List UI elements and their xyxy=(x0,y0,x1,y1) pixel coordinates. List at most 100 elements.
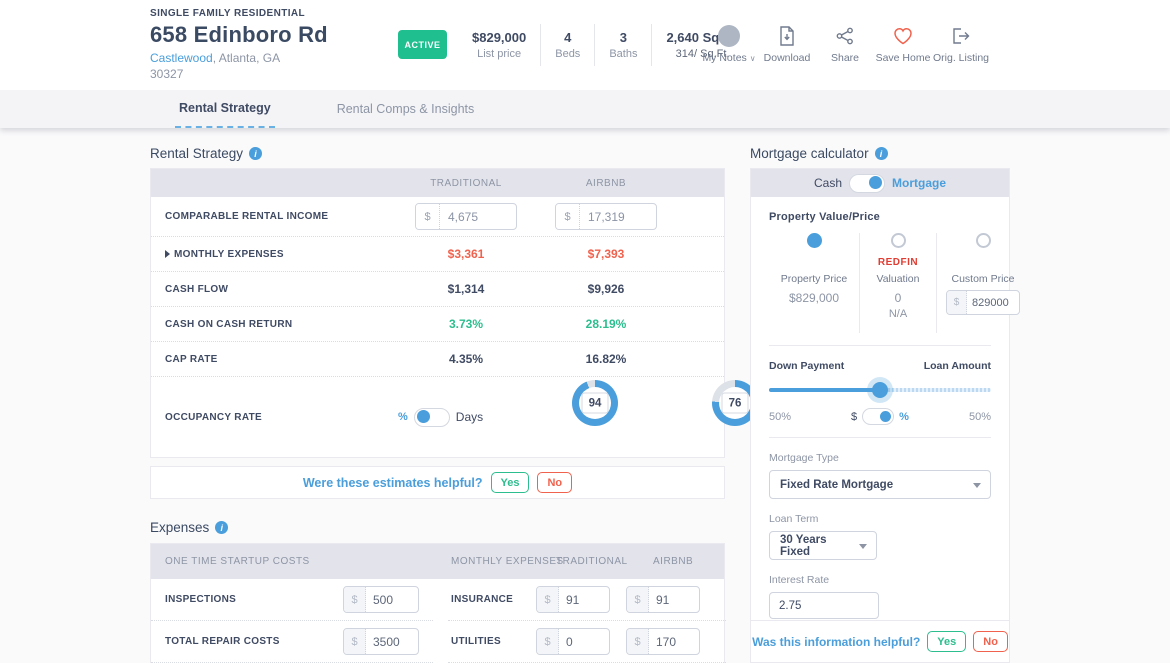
share-label: Share xyxy=(816,52,874,64)
mortgage-type-select[interactable]: Fixed Rate Mortgage xyxy=(769,470,991,499)
dollar-percent-toggle[interactable] xyxy=(862,408,894,425)
monthly-expenses-traditional: $3,361 xyxy=(386,247,546,261)
option-redfin-valuation: REDFIN Valuation 0 N/A xyxy=(859,233,936,333)
cash-option-label[interactable]: Cash xyxy=(814,176,842,190)
interest-rate-input[interactable] xyxy=(769,592,879,619)
info-icon[interactable]: i xyxy=(249,147,262,160)
property-header: SINGLE FAMILY RESIDENTIAL 658 Edinboro R… xyxy=(0,0,1170,90)
estimates-feedback: Were these estimates helpful? Yes No xyxy=(150,466,725,499)
option-custom-price: Custom Price $ xyxy=(936,233,1029,333)
dollar-option-label[interactable]: $ xyxy=(851,411,857,423)
dollar-prefix: $ xyxy=(537,587,559,612)
insurance-airbnb-input[interactable] xyxy=(649,593,699,607)
custom-price-input[interactable] xyxy=(967,297,1019,309)
column-traditional: TRADITIONAL xyxy=(556,556,628,567)
dollar-prefix: $ xyxy=(627,587,649,612)
expenses-table: ONE TIME STARTUP COSTS MONTHLY EXPENSES … xyxy=(150,543,725,663)
save-home-button[interactable]: Save Home xyxy=(874,24,932,64)
mortgage-feedback: Was this information helpful? Yes No xyxy=(751,620,1009,662)
neighborhood-link[interactable]: Castlewood xyxy=(150,51,213,65)
info-icon[interactable]: i xyxy=(215,521,228,534)
yes-button[interactable]: Yes xyxy=(927,631,966,652)
rental-strategy-title-text: Rental Strategy xyxy=(150,146,243,161)
cap-rate-airbnb: 16.82% xyxy=(546,352,666,366)
yes-button[interactable]: Yes xyxy=(491,472,530,493)
option-sub-value: N/A xyxy=(860,308,936,320)
tab-bar: Rental Strategy Rental Comps & Insights xyxy=(0,90,1170,128)
dollar-prefix: $ xyxy=(416,204,440,229)
expense-label: UTILITIES xyxy=(448,636,536,647)
insurance-traditional-group: $ xyxy=(536,586,610,613)
property-summary: SINGLE FAMILY RESIDENTIAL 658 Edinboro R… xyxy=(150,8,395,81)
status-badge: ACTIVE xyxy=(398,30,447,59)
property-type: SINGLE FAMILY RESIDENTIAL xyxy=(150,8,395,19)
download-pdf-icon xyxy=(778,26,796,46)
table-row-monthly-expenses[interactable]: MONTHLY EXPENSES $3,361 $7,393 xyxy=(151,237,724,272)
occupancy-gauge-traditional: 94 xyxy=(572,380,618,426)
option-label: Valuation xyxy=(860,273,936,285)
main-content: Rental Strategy i TRADITIONAL AIRBNB COM… xyxy=(0,128,1170,663)
down-payment-slider[interactable] xyxy=(769,382,991,398)
occupancy-label: OCCUPANCY RATE xyxy=(165,412,262,423)
no-button[interactable]: No xyxy=(537,472,572,493)
mortgage-option-label[interactable]: Mortgage xyxy=(892,176,946,190)
redfin-valuation-radio[interactable] xyxy=(891,233,906,248)
repair-costs-input[interactable] xyxy=(366,635,418,649)
loan-term-select[interactable]: 30 Years Fixed xyxy=(769,531,877,560)
percent-option-label[interactable]: % xyxy=(899,411,909,423)
slider-empty-track xyxy=(880,388,991,392)
loan-term-label: Loan Term xyxy=(769,513,991,525)
utilities-airbnb-input[interactable] xyxy=(649,635,699,649)
utilities-traditional-input[interactable] xyxy=(559,635,609,649)
baths-label: Baths xyxy=(609,48,637,60)
download-button[interactable]: Download xyxy=(758,24,816,64)
property-zip: 30327 xyxy=(150,67,395,81)
expenses-title-text: Expenses xyxy=(150,520,209,535)
rental-strategy-title: Rental Strategy i xyxy=(150,146,262,161)
tab-rental-comps[interactable]: Rental Comps & Insights xyxy=(333,90,479,128)
beds-label: Beds xyxy=(555,48,580,60)
cash-mortgage-toggle-bar: Cash Mortgage xyxy=(751,169,1009,197)
my-notes-button[interactable]: My Notes ∨ xyxy=(700,24,758,64)
no-button[interactable]: No xyxy=(973,631,1008,652)
share-icon xyxy=(836,27,854,45)
slider-handle[interactable] xyxy=(872,382,888,398)
occupancy-traditional-value[interactable]: 94 xyxy=(582,393,609,414)
dollar-prefix: $ xyxy=(556,204,580,229)
table-row-occupancy: OCCUPANCY RATE % Days xyxy=(151,377,724,457)
baths-value: 3 xyxy=(609,30,637,45)
dollar-prefix: $ xyxy=(947,291,967,314)
income-airbnb-input-group: $ xyxy=(555,203,657,230)
mortgage-calculator-title: Mortgage calculator i xyxy=(750,146,888,161)
tab-rental-strategy[interactable]: Rental Strategy xyxy=(175,90,275,128)
custom-price-radio[interactable] xyxy=(976,233,991,248)
expense-row-insurance: INSURANCE $ $ xyxy=(448,579,726,621)
down-payment-percent: 50% xyxy=(769,411,791,423)
coc-traditional: 3.73% xyxy=(386,317,546,331)
repair-costs-input-group: $ xyxy=(343,628,419,655)
beds-stat: 4 Beds xyxy=(540,24,594,66)
share-button[interactable]: Share xyxy=(816,24,874,64)
toggle-knob xyxy=(417,410,430,423)
occupancy-airbnb-value[interactable]: 76 xyxy=(722,393,749,414)
download-label: Download xyxy=(758,52,816,64)
inspections-input[interactable] xyxy=(366,593,418,607)
loan-amount-percent: 50% xyxy=(969,411,991,423)
dollar-prefix: $ xyxy=(344,587,366,612)
property-price-radio[interactable] xyxy=(807,233,822,248)
income-airbnb-input[interactable] xyxy=(580,210,656,224)
info-icon[interactable]: i xyxy=(875,147,888,160)
insurance-traditional-input[interactable] xyxy=(559,593,609,607)
orig-listing-label: Orig. Listing xyxy=(932,52,990,64)
orig-listing-button[interactable]: Orig. Listing xyxy=(932,24,990,64)
notes-circle-icon xyxy=(718,25,740,47)
income-traditional-input[interactable] xyxy=(440,210,516,224)
property-location: Castlewood, Atlanta, GA xyxy=(150,51,395,65)
occupancy-unit-toggle[interactable] xyxy=(414,408,450,427)
property-value-section: Property Value/Price Property Price $829… xyxy=(751,197,1009,619)
table-row-cap-rate: CAP RATE 4.35% 16.82% xyxy=(151,342,724,377)
monthly-expenses-airbnb: $7,393 xyxy=(546,247,666,261)
expenses-table-header: ONE TIME STARTUP COSTS MONTHLY EXPENSES … xyxy=(151,544,724,579)
cash-mortgage-toggle[interactable] xyxy=(849,174,885,193)
expense-row-inspections: INSPECTIONS $ xyxy=(151,579,433,621)
